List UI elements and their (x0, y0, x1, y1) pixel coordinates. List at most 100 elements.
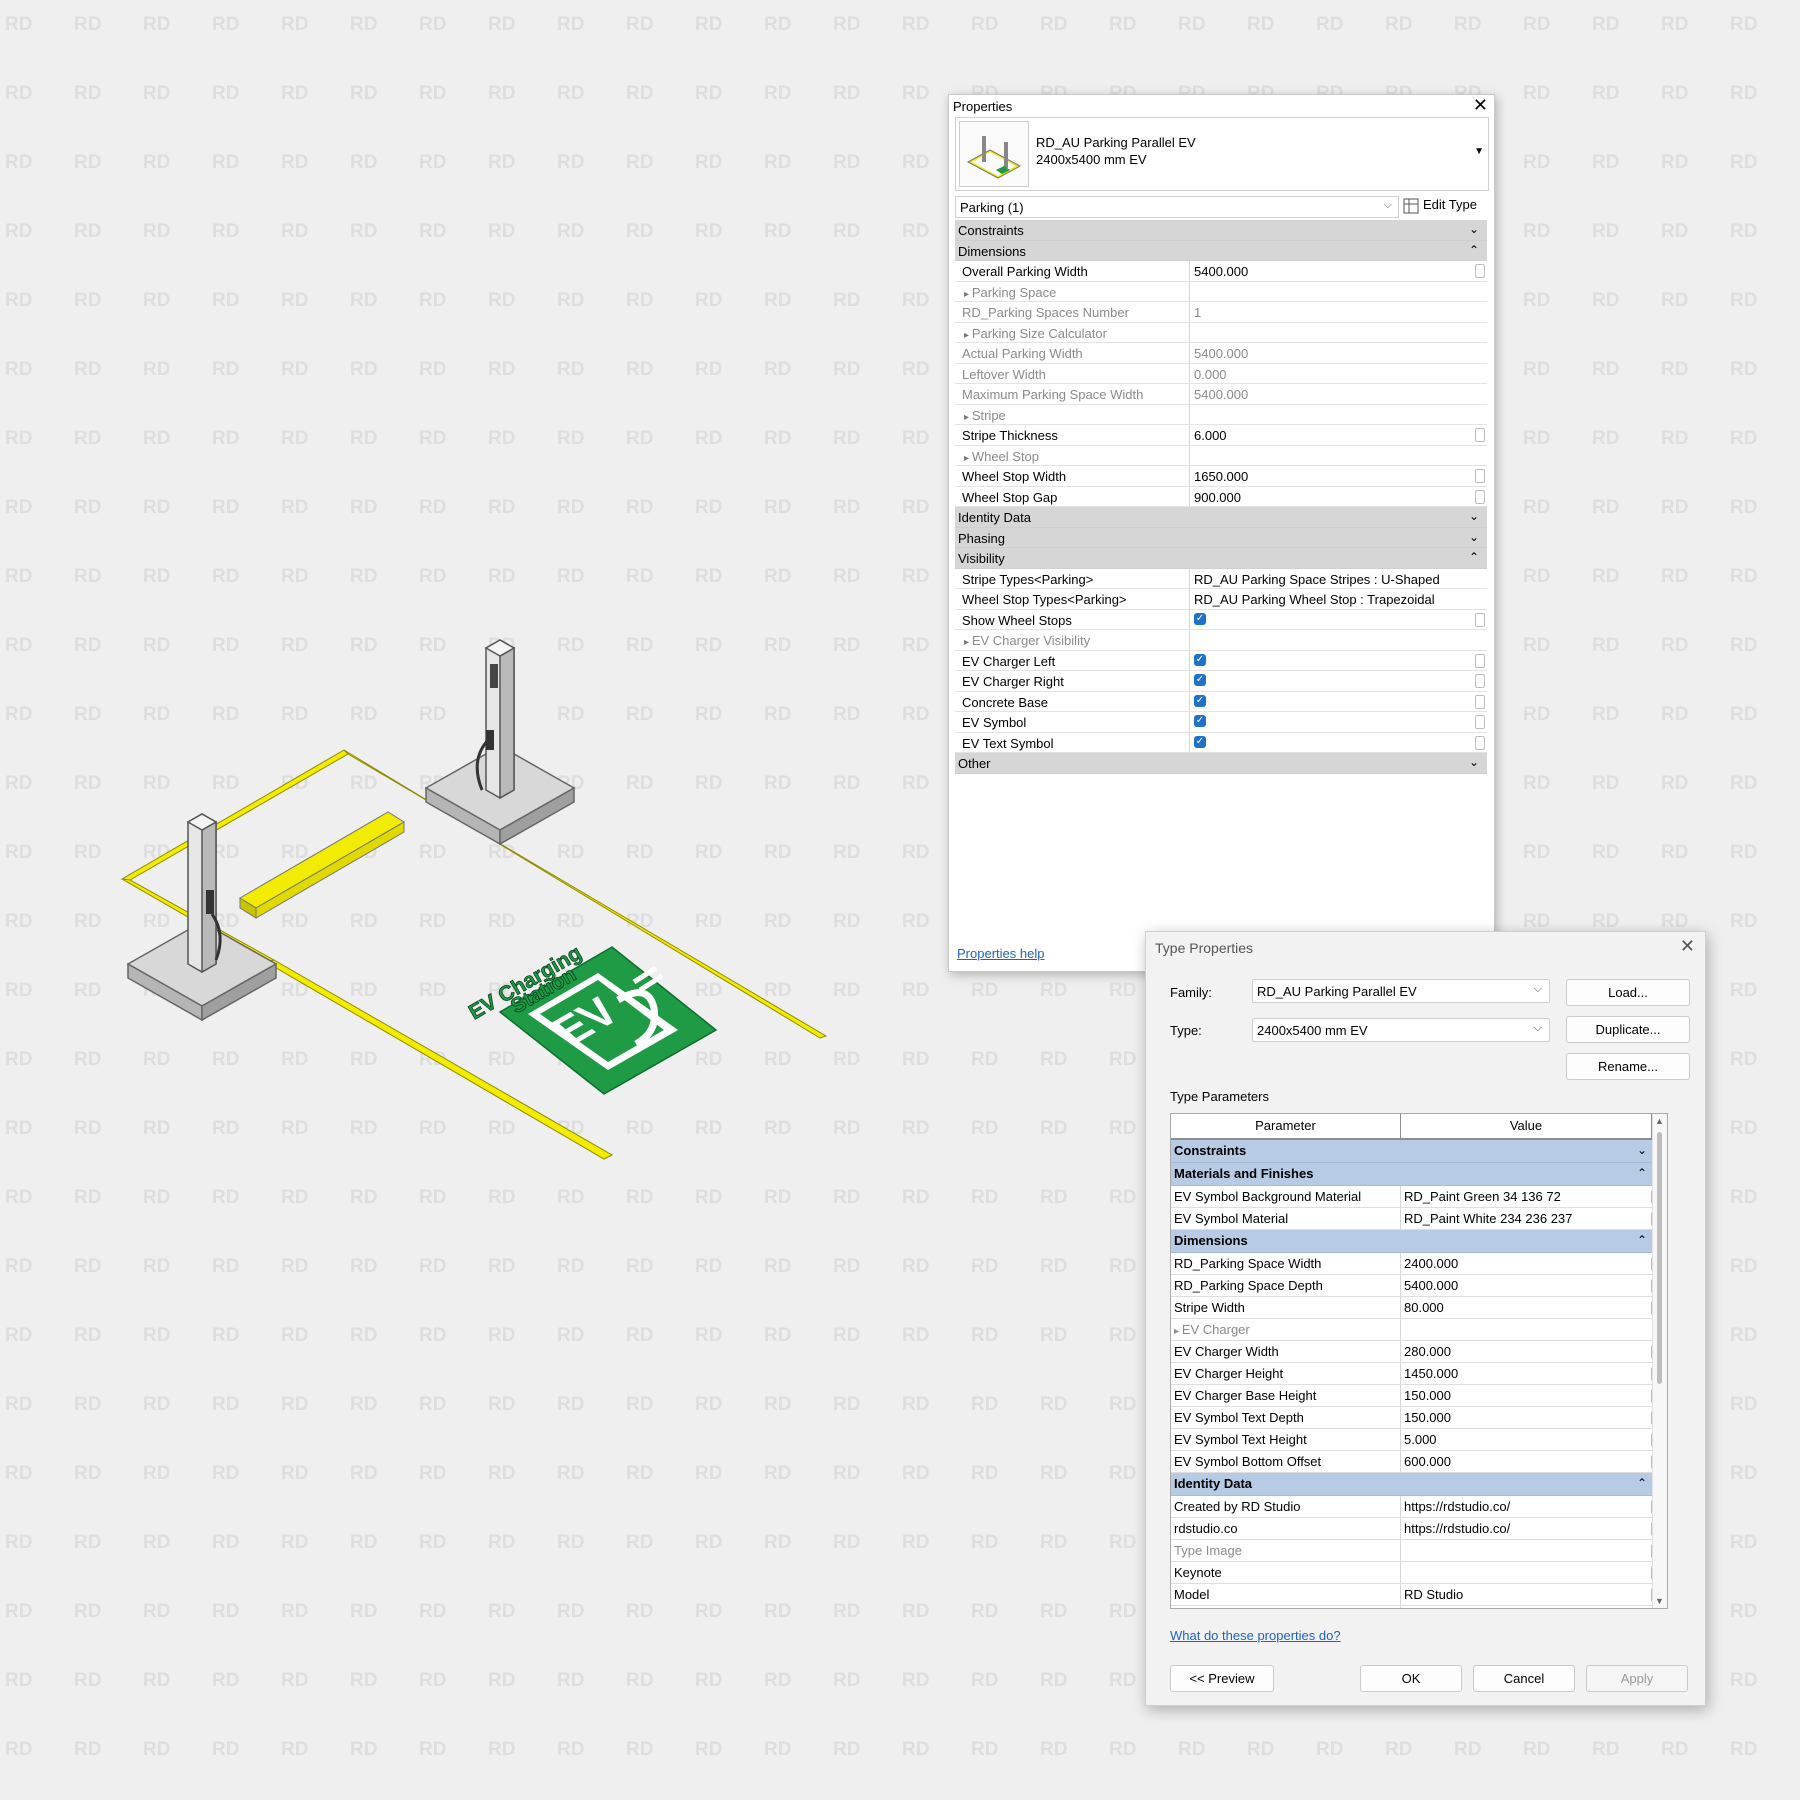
type-parameter-value-cell[interactable]: RD Studio (1401, 1606, 1649, 1608)
associate-parameter-button[interactable] (1475, 428, 1485, 442)
cancel-button[interactable]: Cancel (1473, 1665, 1575, 1692)
type-parameter-row[interactable]: EV Charger Height 1450.000 (1171, 1363, 1667, 1385)
type-parameter-value-cell[interactable]: 600.000 (1401, 1451, 1649, 1472)
type-parameter-row[interactable]: Stripe Width 80.000 (1171, 1297, 1667, 1319)
expand-icon[interactable]: ⌄ (1469, 509, 1479, 523)
type-parameter-value-cell[interactable]: 150.000 (1401, 1407, 1649, 1428)
type-dropdown[interactable]: 2400x5400 mm EV ⌵ (1252, 1018, 1550, 1042)
close-icon[interactable]: ✕ (1680, 936, 1695, 957)
type-parameter-row[interactable]: rdstudio.co https://rdstudio.co/ (1171, 1518, 1667, 1540)
scrollbar-thumb[interactable] (1657, 1132, 1662, 1384)
checkbox-checked[interactable]: ✓ (1194, 612, 1206, 625)
associate-parameter-button[interactable] (1475, 694, 1485, 709)
collapse-icon[interactable]: ⌃ (1637, 1233, 1647, 1247)
type-parameter-value-cell[interactable]: RD_Paint White 234 236 237 (1401, 1208, 1649, 1229)
property-group[interactable]: Visibility ⌃ (955, 548, 1487, 569)
type-parameter-row[interactable]: Type Image (1171, 1540, 1667, 1562)
value-column-header[interactable]: Value (1401, 1114, 1652, 1138)
property-row[interactable]: RD_Parking Spaces Number 1 (955, 302, 1487, 323)
property-row[interactable]: EV Text Symbol ✓ (955, 732, 1487, 753)
type-parameter-value-cell[interactable]: 150.000 (1401, 1385, 1649, 1406)
property-row[interactable]: Show Wheel Stops ✓ (955, 609, 1487, 630)
type-parameter-row[interactable]: EV Symbol Text Depth 150.000 (1171, 1407, 1667, 1429)
type-parameter-group[interactable]: Constraints ⌄ (1171, 1140, 1667, 1163)
property-row[interactable]: EV Charger Visibility (955, 630, 1487, 651)
property-group[interactable]: Phasing ⌄ (955, 527, 1487, 548)
checkbox-checked[interactable]: ✓ (1194, 694, 1206, 707)
property-row[interactable]: Wheel Stop (955, 445, 1487, 466)
close-icon[interactable]: ✕ (1473, 95, 1488, 116)
checkbox-checked[interactable]: ✓ (1194, 715, 1206, 727)
property-row[interactable]: Parking Size Calculator (955, 322, 1487, 343)
what-do-these-properties-do-link[interactable]: What do these properties do? (1170, 1628, 1341, 1643)
type-parameter-row[interactable]: RD_Parking Space Width 2400.000 (1171, 1253, 1667, 1275)
property-value-cell[interactable]: ✓ (1190, 733, 1473, 753)
property-row[interactable]: Wheel Stop Types<Parking> RD_AU Parking W… (955, 589, 1487, 610)
associate-parameter-button[interactable] (1475, 735, 1485, 750)
associate-parameter-button[interactable] (1475, 674, 1485, 688)
property-row[interactable]: Concrete Base ✓ (955, 691, 1487, 712)
type-parameter-row[interactable]: EV Symbol Bottom Offset 600.000 (1171, 1451, 1667, 1473)
property-row[interactable]: Overall Parking Width 5400.000 (955, 261, 1487, 282)
expand-icon[interactable]: ⌄ (1469, 530, 1479, 544)
type-parameter-value-cell[interactable]: 5.000 (1401, 1429, 1649, 1450)
duplicate-button[interactable]: Duplicate... (1566, 1016, 1690, 1043)
type-parameter-value-cell[interactable]: https://rdstudio.co/ (1401, 1518, 1649, 1539)
scroll-up-icon[interactable]: ▲ (1655, 1116, 1664, 1126)
property-value-cell[interactable]: RD_AU Parking Space Stripes : U-Shaped (1190, 569, 1473, 589)
collapse-icon[interactable]: ⌃ (1637, 1166, 1647, 1180)
type-parameter-group[interactable]: Dimensions ⌃ (1171, 1230, 1667, 1253)
type-parameter-value-cell[interactable]: 280.000 (1401, 1341, 1649, 1362)
type-parameter-value-cell[interactable]: 80.000 (1401, 1297, 1649, 1318)
collapse-icon[interactable]: ⌃ (1469, 243, 1479, 257)
property-value-cell[interactable]: ✓ (1190, 712, 1473, 732)
property-value-cell[interactable]: ✓ (1190, 610, 1473, 630)
property-row[interactable]: Wheel Stop Gap 900.000 (955, 486, 1487, 507)
type-parameter-value-cell[interactable]: 1450.000 (1401, 1363, 1649, 1384)
property-value-cell[interactable]: 900.000 (1190, 487, 1473, 507)
property-row[interactable]: Wheel Stop Width 1650.000 (955, 466, 1487, 487)
type-parameter-group[interactable]: Identity Data ⌃ (1171, 1473, 1667, 1496)
type-parameter-row[interactable]: EV Symbol Material RD_Paint White 234 236… (1171, 1208, 1667, 1230)
type-parameter-row[interactable]: EV Symbol Background Material RD_Paint Gr… (1171, 1186, 1667, 1208)
checkbox-checked[interactable]: ✓ (1194, 653, 1206, 666)
dropdown-arrow-icon[interactable]: ▼ (1474, 146, 1484, 157)
apply-button[interactable]: Apply (1586, 1665, 1688, 1692)
type-parameter-row[interactable]: Keynote (1171, 1562, 1667, 1584)
preview-button[interactable]: << Preview (1170, 1665, 1274, 1692)
property-row[interactable]: Leftover Width 0.000 (955, 363, 1487, 384)
edit-type-button[interactable]: Edit Type (1403, 197, 1477, 217)
property-row[interactable]: EV Symbol ✓ (955, 712, 1487, 733)
type-parameter-value-cell[interactable]: https://rdstudio.co/ (1401, 1496, 1649, 1517)
associate-parameter-button[interactable] (1475, 489, 1485, 504)
load-button[interactable]: Load... (1566, 979, 1690, 1006)
type-parameter-row[interactable]: EV Charger Base Height 150.000 (1171, 1385, 1667, 1407)
property-value-cell[interactable]: ✓ (1190, 671, 1473, 691)
type-parameter-row[interactable]: ManufacturerRD Studio (1171, 1606, 1667, 1608)
property-value-cell[interactable]: 6.000 (1190, 425, 1473, 445)
property-row[interactable]: EV Charger Left ✓ (955, 650, 1487, 671)
type-parameter-row[interactable]: Model RD Studio (1171, 1584, 1667, 1606)
expand-icon[interactable]: ⌄ (1637, 1143, 1647, 1157)
collapse-icon[interactable]: ⌃ (1637, 1476, 1647, 1490)
property-row[interactable]: Stripe Thickness 6.000 (955, 425, 1487, 446)
associate-parameter-button[interactable] (1475, 715, 1485, 729)
property-value-cell[interactable]: ✓ (1190, 692, 1473, 712)
ok-button[interactable]: OK (1360, 1665, 1462, 1692)
property-value-cell[interactable]: 5400.000 (1190, 261, 1473, 281)
property-row[interactable]: EV Charger Right ✓ (955, 671, 1487, 692)
property-row[interactable]: Stripe (955, 404, 1487, 425)
property-row[interactable]: Maximum Parking Space Width 5400.000 (955, 384, 1487, 405)
associate-parameter-button[interactable] (1475, 469, 1485, 483)
type-parameter-row[interactable]: EV Charger Width 280.000 (1171, 1341, 1667, 1363)
scroll-down-icon[interactable]: ▼ (1655, 1596, 1664, 1606)
property-value-cell[interactable]: 1650.000 (1190, 466, 1473, 486)
property-group[interactable]: Dimensions ⌃ (955, 240, 1487, 261)
type-selector[interactable]: RD_AU Parking Parallel EV 2400x5400 mm E… (955, 117, 1489, 191)
type-parameter-row[interactable]: EV Symbol Text Height 5.000 (1171, 1429, 1667, 1451)
type-parameter-row[interactable]: RD_Parking Space Depth 5400.000 (1171, 1275, 1667, 1297)
rename-button[interactable]: Rename... (1566, 1053, 1690, 1080)
type-parameter-row[interactable]: Created by RD Studio https://rdstudio.co/ (1171, 1496, 1667, 1518)
vertical-scrollbar[interactable]: ▲ ▼ (1652, 1114, 1667, 1608)
type-parameter-value-cell[interactable]: 2400.000 (1401, 1253, 1649, 1274)
